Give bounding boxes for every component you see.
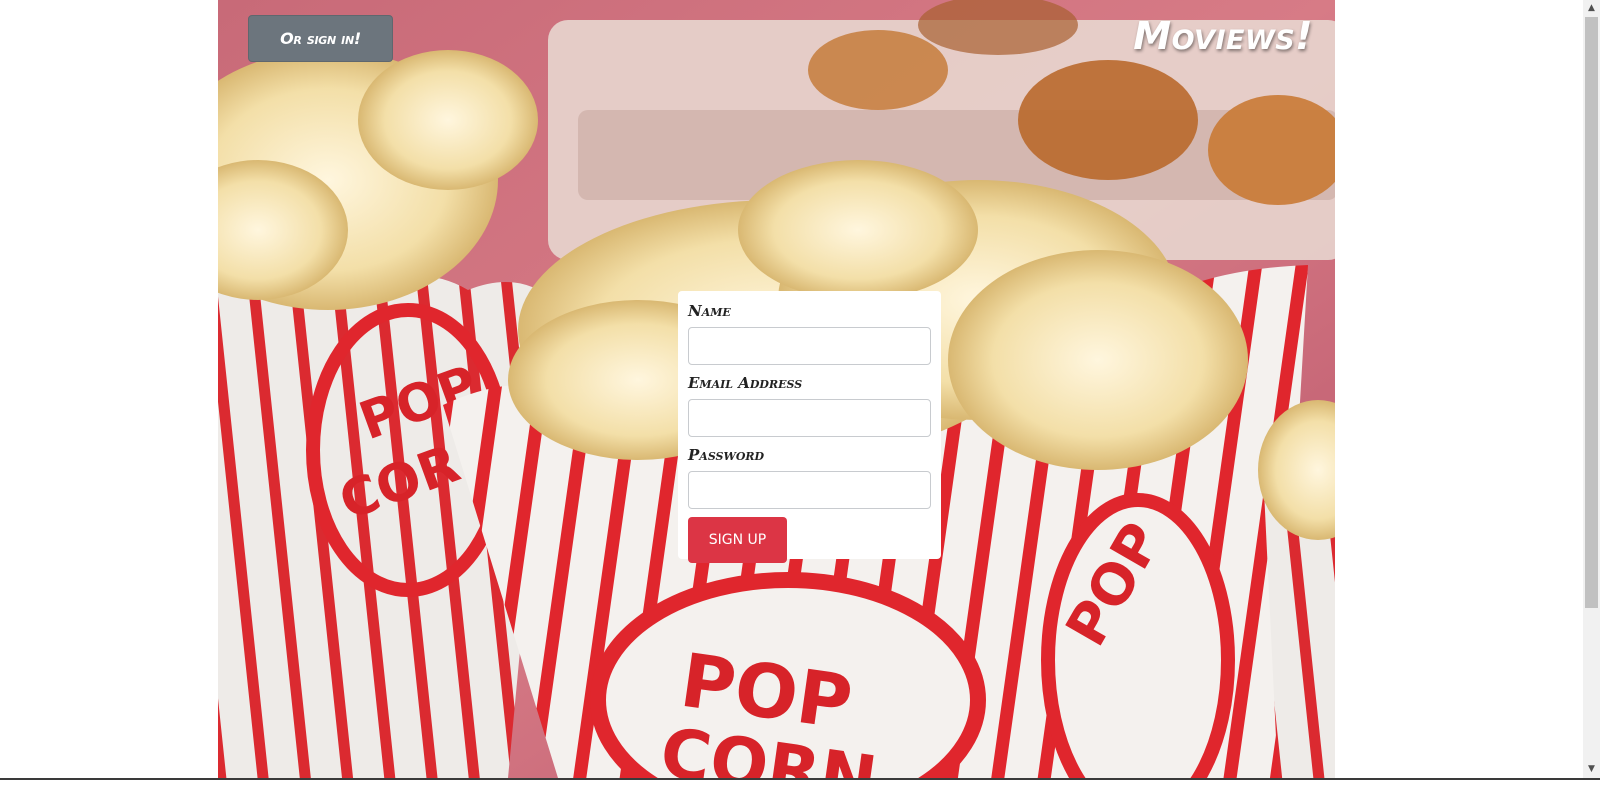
scroll-down-arrow-icon[interactable]: ▼ — [1583, 761, 1600, 778]
hero-background: POP CORN POP CORN POP Or sign in! Moview… — [218, 0, 1335, 778]
name-field[interactable] — [688, 327, 931, 365]
sign-up-button[interactable]: SIGN UP — [688, 517, 787, 563]
window-bottom-edge — [0, 778, 1600, 796]
password-field[interactable] — [688, 471, 931, 509]
email-field[interactable] — [688, 399, 931, 437]
site-brand-title: Moviews! — [1133, 14, 1313, 58]
signup-form: Name Email Address Password SIGN UP — [678, 291, 941, 563]
password-label: Password — [688, 446, 765, 464]
vertical-scrollbar[interactable]: ▲ ▼ — [1583, 0, 1600, 778]
scroll-up-arrow-icon[interactable]: ▲ — [1583, 0, 1600, 17]
name-label: Name — [688, 302, 731, 320]
email-label: Email Address — [688, 374, 803, 392]
scrollbar-thumb[interactable] — [1585, 17, 1598, 608]
sign-in-button[interactable]: Or sign in! — [248, 15, 393, 62]
